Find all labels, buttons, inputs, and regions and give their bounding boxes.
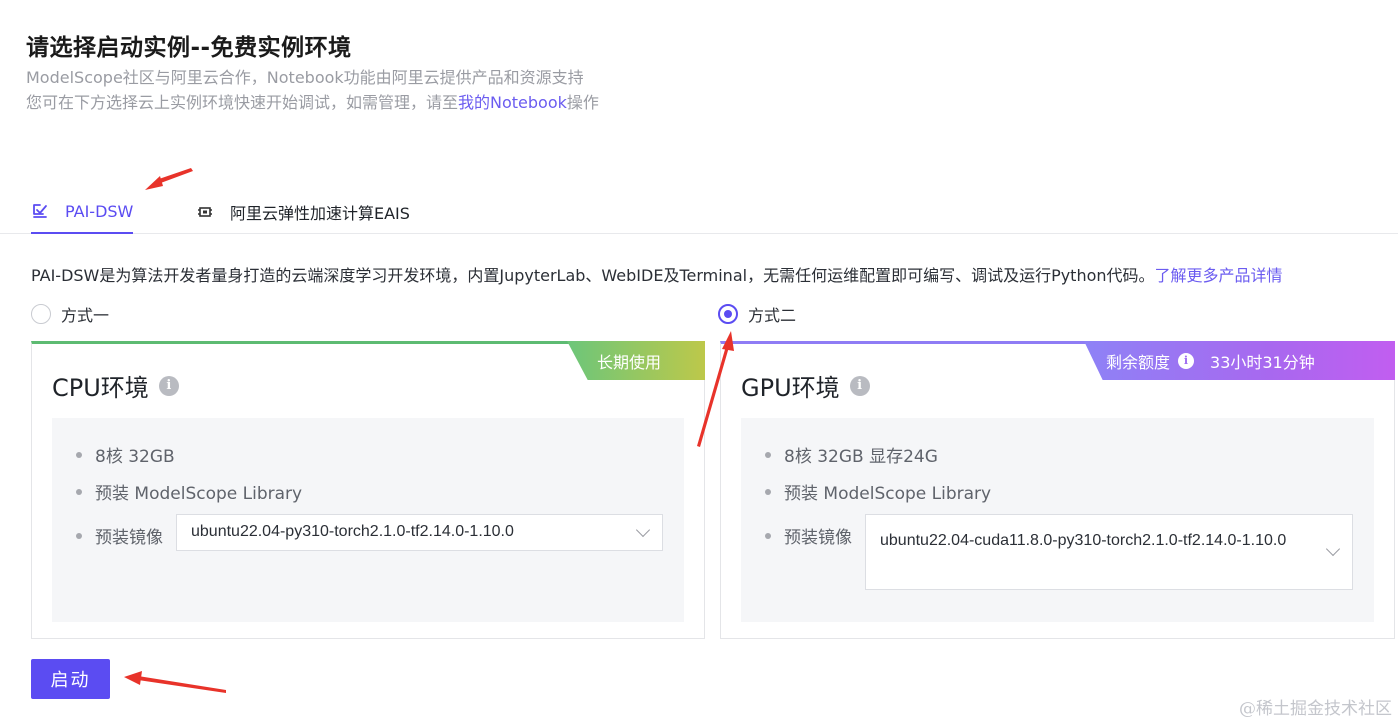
cpu-card-title-text: CPU环境 (52, 374, 149, 402)
gpu-image-label: 预装镜像 (784, 528, 852, 548)
learn-more-link[interactable]: 了解更多产品详情 (1155, 266, 1283, 285)
cpu-spec-image: 预装镜像 (76, 523, 163, 548)
cpu-spec-library: 预装 ModelScope Library (76, 479, 302, 504)
gpu-image-value: ubuntu22.04-cuda11.8.0-py310-torch2.1.0-… (880, 532, 1287, 549)
annotation-arrow-start (124, 671, 226, 693)
cpu-spec-cores: 8核 32GB (76, 442, 175, 467)
instance-tabs: PAI-DSW 阿里云弹性加速计算EAIS (0, 190, 1398, 234)
description-text: PAI-DSW是为算法开发者量身打造的云端深度学习开发环境，内置JupyterL… (31, 266, 1155, 285)
tab-eais[interactable]: 阿里云弹性加速计算EAIS (196, 190, 410, 234)
bullet-dot (765, 451, 771, 458)
cpu-spec-library-text: 预装 ModelScope Library (95, 484, 303, 504)
option-two-label: 方式二 (748, 306, 797, 325)
chevron-down-icon (635, 522, 651, 538)
product-description: PAI-DSW是为算法开发者量身打造的云端深度学习开发环境，内置JupyterL… (31, 262, 1283, 286)
intro-line-2-suffix: 操作 (566, 93, 599, 112)
gpu-environment-card[interactable]: 剩余额度 i 33小时31分钟 GPU环境 i 8核 32GB 显存24G 预装… (720, 341, 1395, 639)
cpu-image-value: ubuntu22.04-py310-torch2.1.0-tf2.14.0-1.… (191, 523, 514, 540)
gpu-card-title: GPU环境 i (741, 368, 870, 403)
cpu-image-label: 预装镜像 (95, 528, 163, 548)
start-button[interactable]: 启动 (31, 659, 110, 699)
bullet-dot (765, 488, 771, 495)
option-two-radio[interactable]: 方式二 (718, 302, 796, 326)
gpu-card-title-text: GPU环境 (741, 374, 840, 402)
bullet-dot (76, 532, 82, 539)
radio-circle-on[interactable] (718, 304, 738, 324)
radio-circle-off[interactable] (31, 304, 51, 324)
bullet-dot (76, 451, 82, 458)
gpu-ribbon: 剩余额度 i 33小时31分钟 (1084, 341, 1395, 380)
tab-pai-dsw[interactable]: PAI-DSW (31, 190, 134, 234)
cpu-spec-box: 8核 32GB 预装 ModelScope Library 预装镜像 ubunt… (52, 418, 684, 622)
tab-eais-label: 阿里云弹性加速计算EAIS (230, 204, 410, 223)
gpu-spec-library-text: 预装 ModelScope Library (784, 484, 992, 504)
gpu-ribbon-value: 33小时31分钟 (1210, 352, 1315, 372)
bullet-dot (765, 532, 771, 539)
gpu-ribbon-label: 剩余额度 (1106, 352, 1171, 372)
info-icon[interactable]: i (158, 375, 179, 396)
info-icon[interactable]: i (1178, 352, 1195, 369)
watermark: @稀土掘金技术社区 (1239, 699, 1392, 719)
intro-line-1: ModelScope社区与阿里云合作，Notebook功能由阿里云提供产品和资源… (26, 68, 584, 87)
gpu-spec-cores-text: 8核 32GB 显存24G (784, 447, 938, 467)
pai-dsw-icon (31, 202, 49, 220)
gpu-image-select[interactable]: ubuntu22.04-cuda11.8.0-py310-torch2.1.0-… (865, 514, 1353, 590)
cpu-spec-cores-text: 8核 32GB (95, 447, 175, 467)
option-one-radio[interactable]: 方式一 (31, 302, 109, 326)
gpu-spec-library: 预装 ModelScope Library (765, 479, 991, 504)
page-title: 请选择启动实例--免费实例环境 (26, 35, 352, 61)
my-notebook-link[interactable]: 我的Notebook (458, 93, 567, 112)
chevron-down-icon (1325, 541, 1341, 557)
cpu-card-title: CPU环境 i (52, 368, 179, 403)
gpu-spec-box: 8核 32GB 显存24G 预装 ModelScope Library 预装镜像… (741, 418, 1374, 622)
cpu-environment-card[interactable]: 长期使用 CPU环境 i 8核 32GB 预装 ModelScope Libra… (31, 341, 705, 639)
intro-line-2: 您可在下方选择云上实例环境快速开始调试，如需管理，请至我的Notebook操作 (26, 89, 599, 113)
gpu-spec-image: 预装镜像 (765, 523, 852, 548)
intro-line-2-prefix: 您可在下方选择云上实例环境快速开始调试，如需管理，请至 (26, 93, 459, 112)
cpu-ribbon-label: 长期使用 (596, 352, 661, 372)
chip-icon (196, 203, 214, 221)
tab-pai-dsw-label: PAI-DSW (65, 201, 134, 221)
annotation-arrow-tab (145, 168, 193, 190)
info-icon[interactable]: i (849, 375, 870, 396)
option-one-label: 方式一 (61, 306, 110, 325)
bullet-dot (76, 488, 82, 495)
cpu-image-select[interactable]: ubuntu22.04-py310-torch2.1.0-tf2.14.0-1.… (176, 514, 663, 551)
gpu-spec-cores: 8核 32GB 显存24G (765, 442, 938, 467)
cpu-ribbon: 长期使用 (567, 341, 705, 380)
